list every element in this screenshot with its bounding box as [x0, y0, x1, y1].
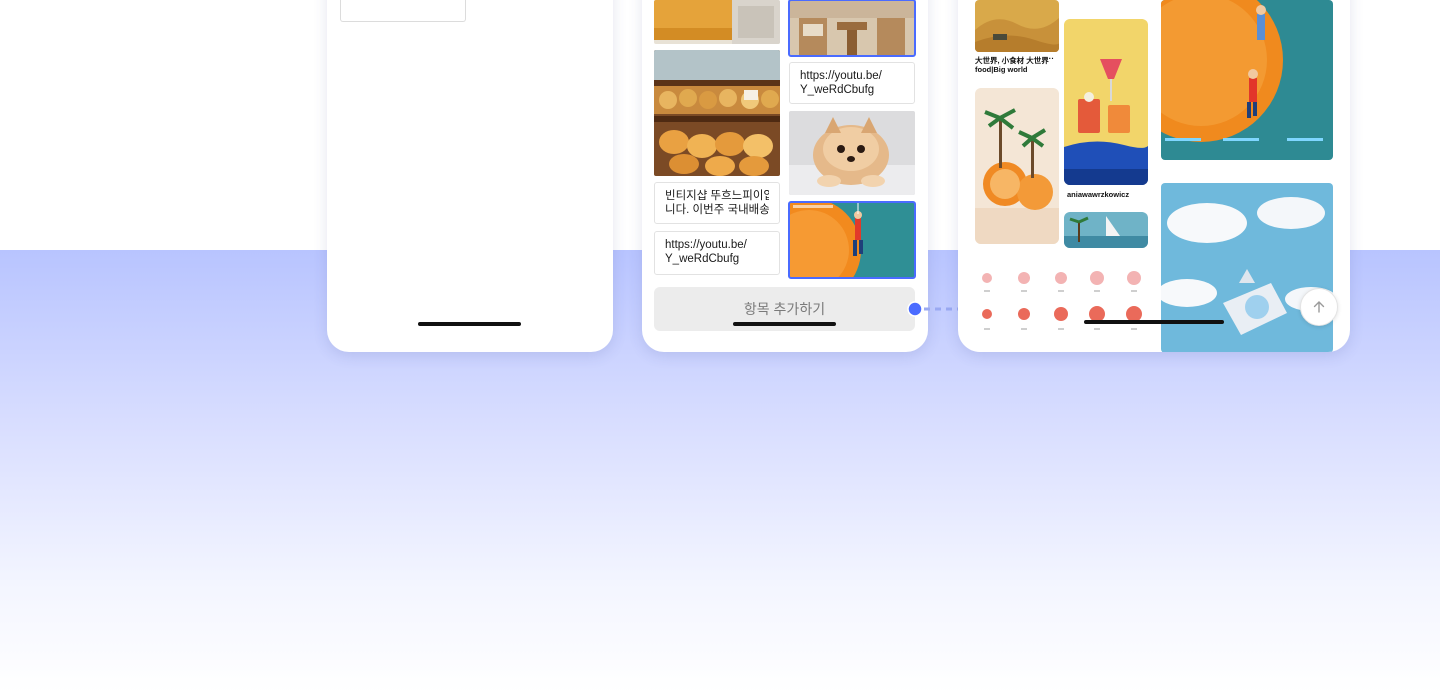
- text-card-youtube-link[interactable]: https://youtu.be/ Y_weRdCbufg: [789, 62, 915, 104]
- phone-mockup-left: [327, 0, 613, 352]
- image-tile-desert[interactable]: [975, 0, 1059, 52]
- text-card-line: https://youtu.be/: [665, 239, 747, 251]
- text-card-youtube-link[interactable]: https://youtu.be/ Y_weRdCbufg: [654, 231, 780, 275]
- image-tile-orange-climbers[interactable]: [1161, 0, 1333, 160]
- text-card-line: Y_weRdCbufg: [665, 253, 740, 265]
- pin-username: aniawawrzkowicz: [1067, 190, 1130, 199]
- dot-connector-icon: [907, 301, 961, 317]
- scroll-to-top-button[interactable]: [1300, 288, 1338, 326]
- phone-mockup-right: 大世界, 小食材 大世界 food|Big world ··· aniawawr…: [958, 0, 1350, 352]
- text-card-line: https://youtu.be/: [800, 70, 882, 82]
- text-card-line: 빈티지샵 뚜흐느피이입: [665, 190, 769, 202]
- text-card-line: Y_weRdCbufg: [800, 84, 875, 96]
- caption-line: 大世界, 小食材 大世界: [975, 56, 1049, 65]
- image-tile-dining-room[interactable]: [788, 0, 916, 57]
- image-tile-orange-climber[interactable]: [788, 201, 916, 279]
- text-card-shop-note[interactable]: 빈티지샵 뚜흐느피이입 니다. 이번주 국내배송...: [654, 182, 780, 224]
- image-tile-cocktails[interactable]: [1064, 19, 1148, 185]
- home-indicator: [418, 322, 521, 326]
- image-tile-puppy[interactable]: [789, 111, 915, 195]
- pin-caption: 大世界, 小食材 大世界 food|Big world: [975, 56, 1049, 74]
- caption-line: food|Big world: [975, 65, 1028, 74]
- image-tile-sofa[interactable]: [654, 0, 780, 44]
- text-card-line: 니다. 이번주 국내배송...: [665, 204, 769, 216]
- image-tile-flower-icons[interactable]: [975, 268, 1158, 352]
- arrow-up-icon: [1313, 301, 1325, 313]
- input-field-fragment[interactable]: [340, 0, 466, 22]
- home-indicator: [733, 322, 836, 326]
- image-tile-bakery[interactable]: [654, 50, 780, 176]
- image-tile-orange-palms[interactable]: [975, 88, 1059, 244]
- image-tile-clouds[interactable]: [1161, 183, 1333, 352]
- home-indicator: [1084, 320, 1224, 324]
- phone-mockup-middle: 빈티지샵 뚜흐느피이입 니다. 이번주 국내배송... https://yout…: [642, 0, 928, 352]
- more-options-icon[interactable]: ···: [1046, 54, 1054, 63]
- image-tile-sailboat[interactable]: [1064, 212, 1148, 248]
